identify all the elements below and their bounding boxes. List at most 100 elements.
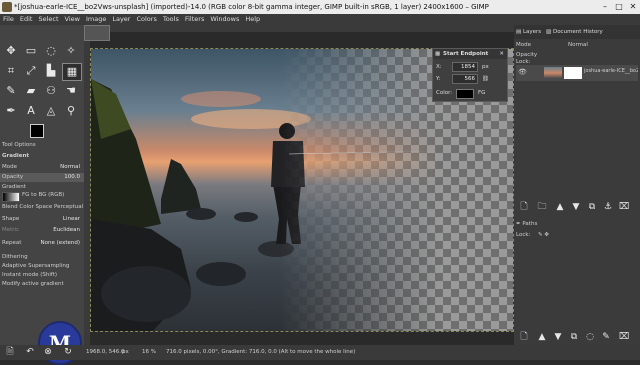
menu-tools[interactable]: Tools — [160, 14, 182, 25]
endpoint-dialog-header: ▦ Start Endpoint ✕ — [433, 49, 507, 59]
endpoint-color-row: Color: FG — [436, 88, 506, 99]
y-label: Y: — [436, 76, 441, 82]
unit-selector[interactable]: px — [122, 345, 129, 360]
delete-path-icon[interactable]: ⌧ — [618, 331, 630, 343]
mode-row[interactable]: Mode Normal — [0, 163, 84, 172]
adaptive-supersampling-checkbox[interactable]: Adaptive Supersampling — [0, 262, 84, 271]
measure-icon[interactable]: ◬ — [42, 103, 60, 119]
history-tab-icon: ▧ — [546, 29, 553, 35]
opacity-slider[interactable]: Opacity 100.0 — [0, 173, 84, 182]
x-input[interactable]: 1854 — [452, 62, 478, 72]
endpoint-y-row: Y: 566 ⛓ — [436, 74, 506, 84]
bucket-fill-icon[interactable]: ▙ — [42, 63, 60, 79]
minimize-icon[interactable]: – — [598, 0, 612, 14]
image-tab-thumbnail[interactable] — [84, 25, 110, 41]
zoom-selector[interactable]: 16 % — [142, 345, 156, 360]
close-icon[interactable]: ✕ — [626, 0, 640, 14]
modify-gradient-checkbox[interactable]: Modify active gradient — [0, 280, 84, 289]
menu-select[interactable]: Select — [35, 14, 61, 25]
menu-edit[interactable]: Edit — [17, 14, 36, 25]
chain-link-icon[interactable]: ⛓ — [482, 74, 489, 84]
clone-icon[interactable]: ⚇ — [42, 83, 60, 99]
fuzzy-select-icon[interactable]: ✧ — [62, 43, 80, 59]
endpoint-color-swatch[interactable] — [456, 89, 474, 99]
start-endpoint-dialog: ▦ Start Endpoint ✕ X: 1854 px Y: 566 ⛓ C… — [432, 48, 508, 102]
anchor-layer-icon[interactable]: ⚓ — [602, 201, 614, 213]
eraser-icon[interactable]: ▰ — [22, 83, 40, 99]
tab-layers[interactable]: ▤ Layers — [516, 26, 544, 38]
gradient-tool-icon[interactable]: ▦ — [62, 63, 82, 81]
lock-icon[interactable]: ✎ ✥ — [538, 231, 549, 240]
zoom-icon[interactable]: ⚲ — [62, 103, 80, 119]
rect-select-icon[interactable]: ▭ — [22, 43, 40, 59]
menu-file[interactable]: File — [0, 14, 17, 25]
foreground-color-swatch[interactable] — [30, 124, 44, 138]
restore-icon[interactable]: ↻ — [62, 346, 74, 358]
gradient-preview[interactable] — [2, 192, 20, 202]
undo-icon[interactable]: ↶ — [24, 346, 36, 358]
menu-layer[interactable]: Layer — [109, 14, 133, 25]
new-layer-icon[interactable]: 🗋 — [518, 201, 530, 213]
menu-help[interactable]: Help — [242, 14, 263, 25]
save-icon[interactable]: 🗎 — [4, 346, 16, 358]
layers-dock: ▤ Layers ▧ Document History Mode Normal O… — [514, 25, 640, 345]
paths-icon[interactable]: ✒ — [2, 103, 20, 119]
gradient-select[interactable]: FG to BG (RGB) — [20, 191, 84, 200]
text-tool-icon[interactable]: A — [22, 103, 40, 119]
title-bar: *[joshua-earle-ICE__bo2Vws-unsplash] (im… — [0, 0, 640, 14]
color-mode-select[interactable]: FG — [478, 88, 485, 98]
new-path-icon[interactable]: 🗋 — [518, 331, 530, 343]
layer-mode-row[interactable]: Mode Normal — [516, 41, 638, 50]
paths-lock-row[interactable]: Lock: ✎ ✥ — [516, 231, 638, 240]
repeat-select[interactable]: Repeat None (extend) — [0, 239, 84, 248]
duplicate-layer-icon[interactable]: ⧉ — [586, 201, 598, 213]
menu-filters[interactable]: Filters — [182, 14, 207, 25]
lasso-icon[interactable]: ◌ — [42, 43, 60, 59]
shape-select[interactable]: Shape Linear — [0, 215, 84, 224]
stroke-path-icon[interactable]: ✎ — [600, 331, 612, 343]
endpoint-x-row: X: 1854 px — [436, 62, 506, 72]
menu-image[interactable]: Image — [83, 14, 109, 25]
dithering-checkbox[interactable]: Dithering — [0, 253, 84, 262]
toolbox-panel: ✥ ▭ ◌ ✧ ⌗ ⤢ ▙ ▦ ✎ ▰ ⚇ ☚ ✒ A ◬ ⚲ Tool Opt… — [0, 25, 84, 365]
delete-layer-icon[interactable]: ⌧ — [618, 201, 630, 213]
paths-tab[interactable]: ✒ Paths — [516, 220, 638, 229]
color-label: Color: — [436, 90, 453, 96]
eye-icon[interactable]: 👁 — [518, 68, 527, 76]
tab-document-history[interactable]: ▧ Document History — [546, 26, 606, 38]
gradient-tool-small-icon: ▦ — [435, 51, 441, 57]
smudge-icon[interactable]: ☚ — [62, 83, 80, 99]
unit-select[interactable]: px — [482, 62, 489, 72]
raise-layer-icon[interactable]: ▲ — [554, 201, 566, 213]
raise-path-icon[interactable]: ▲ — [536, 331, 548, 343]
layer-list-item[interactable]: 👁 joshua-earle-ICE__bo2Vws — [516, 65, 638, 81]
close-icon[interactable]: ✕ — [499, 49, 504, 59]
layers-tab-icon: ▤ — [516, 29, 523, 35]
maximize-icon[interactable]: □ — [612, 0, 626, 14]
menu-view[interactable]: View — [62, 14, 83, 25]
lower-path-icon[interactable]: ▼ — [552, 331, 564, 343]
y-input[interactable]: 566 — [452, 74, 478, 84]
new-group-icon[interactable]: 🗀 — [536, 201, 548, 213]
crop-icon[interactable]: ⌗ — [2, 63, 20, 79]
paintbrush-icon[interactable]: ✎ — [2, 83, 20, 99]
horizontal-ruler — [84, 25, 514, 32]
window-title: *[joshua-earle-ICE__bo2Vws-unsplash] (im… — [14, 3, 489, 11]
path-to-selection-icon[interactable]: ◌ — [584, 331, 596, 343]
lower-layer-icon[interactable]: ▼ — [570, 201, 582, 213]
menu-colors[interactable]: Colors — [133, 14, 159, 25]
blend-color-space[interactable]: Blend Color Space Perceptual ... — [0, 203, 84, 219]
reset-icon[interactable]: ⊗ — [42, 346, 54, 358]
menu-windows[interactable]: Windows — [207, 14, 242, 25]
x-label: X: — [436, 64, 442, 70]
status-message: 716.0 pixels, 0.00°, Gradient: 716.0, 0.… — [166, 349, 356, 355]
metric-select[interactable]: Metric Euclidean — [0, 226, 84, 235]
menu-bar: File Edit Select View Image Layer Colors Tools F… — [0, 14, 640, 25]
layer-mode-value: Normal — [568, 42, 588, 48]
tool-options-tab[interactable]: Tool Options — [0, 141, 84, 150]
transform-icon[interactable]: ⤢ — [22, 63, 40, 79]
instant-mode-checkbox[interactable]: Instant mode (Shift) — [0, 271, 84, 280]
duplicate-path-icon[interactable]: ⧉ — [568, 331, 580, 343]
move-tool-icon[interactable]: ✥ — [2, 43, 20, 59]
dock-tabs: ▤ Layers ▧ Document History — [514, 25, 640, 39]
